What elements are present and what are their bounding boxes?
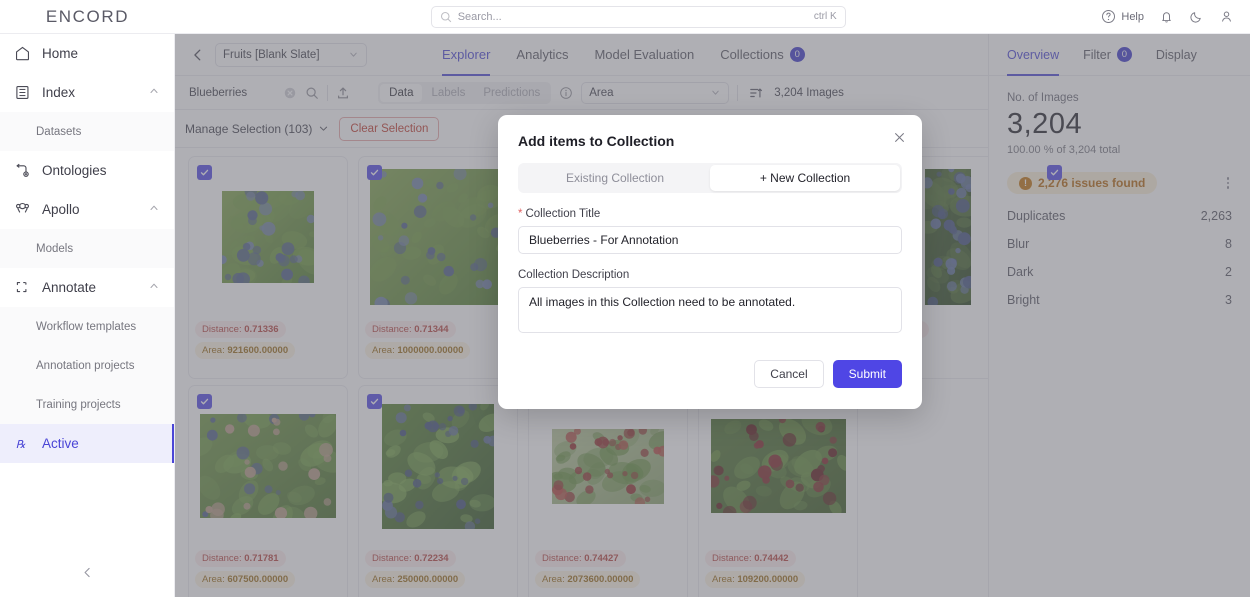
search-shortcut: ctrl K bbox=[813, 11, 837, 22]
bell-icon[interactable] bbox=[1159, 9, 1174, 24]
collection-description-label: Collection Description bbox=[518, 269, 630, 281]
ontology-icon bbox=[14, 162, 31, 179]
close-icon bbox=[895, 133, 904, 142]
search-placeholder: Search... bbox=[457, 10, 502, 23]
sidebar-item-workflow-templates[interactable]: Workflow templates bbox=[0, 307, 174, 346]
apollo-icon bbox=[14, 201, 31, 218]
chevron-up-icon[interactable] bbox=[148, 84, 160, 102]
annotate-icon bbox=[14, 279, 31, 296]
sidebar-item-home[interactable]: Home bbox=[0, 34, 174, 73]
sidebar-item-label: Training projects bbox=[36, 398, 121, 411]
sidebar-item-label: Ontologies bbox=[42, 163, 107, 178]
brand-logo[interactable]: ENCORD bbox=[0, 7, 175, 27]
collection-title-input[interactable] bbox=[518, 226, 902, 254]
modal-footer: Cancel Submit bbox=[518, 360, 902, 388]
chevron-up-icon[interactable] bbox=[148, 279, 160, 297]
svg-text:℞: ℞ bbox=[16, 439, 26, 451]
global-search-wrap: Search... ctrl K bbox=[175, 5, 1101, 28]
sidebar-item-apollo[interactable]: Apollo bbox=[0, 190, 174, 229]
sidebar-item-label: Apollo bbox=[42, 202, 80, 217]
sidebar-item-index[interactable]: Index bbox=[0, 73, 174, 112]
modal-tab-new-collection[interactable]: + New Collection bbox=[710, 165, 900, 191]
sidebar-item-label: Annotation projects bbox=[36, 359, 135, 372]
submit-button[interactable]: Submit bbox=[832, 360, 902, 388]
modal-tab-group: Existing Collection + New Collection bbox=[518, 163, 902, 193]
sidebar-item-datasets[interactable]: Datasets bbox=[0, 112, 174, 151]
collection-title-label: * Collection Title bbox=[518, 208, 902, 220]
collection-title-label-text: Collection Title bbox=[525, 208, 601, 220]
add-to-collection-modal: Add items to Collection Existing Collect… bbox=[498, 115, 922, 409]
sidebar-item-label: Active bbox=[42, 436, 79, 451]
sidebar-item-annotation-projects[interactable]: Annotation projects bbox=[0, 346, 174, 385]
moon-icon[interactable] bbox=[1189, 9, 1204, 24]
left-sidebar: Home Index Datasets Ontologies Apollo Models A… bbox=[0, 34, 175, 597]
sidebar-nav-list: Home Index Datasets Ontologies Apollo Models A… bbox=[0, 34, 174, 463]
search-icon bbox=[440, 11, 451, 22]
sidebar-collapse-button[interactable] bbox=[0, 555, 175, 589]
home-icon bbox=[14, 45, 31, 62]
cancel-button[interactable]: Cancel bbox=[754, 360, 824, 388]
sidebar-item-label: Models bbox=[36, 242, 74, 255]
collection-description-input[interactable]: All images in this Collection need to be… bbox=[518, 287, 902, 333]
sidebar-item-label: Index bbox=[42, 85, 76, 100]
help-button[interactable]: Help bbox=[1101, 9, 1144, 24]
sidebar-item-label: Workflow templates bbox=[36, 320, 137, 333]
sidebar-item-models[interactable]: Models bbox=[0, 229, 174, 268]
global-search-box[interactable]: Search... ctrl K bbox=[430, 5, 846, 28]
sidebar-item-label: Annotate bbox=[42, 280, 97, 295]
top-header: ENCORD Search... ctrl K Help bbox=[0, 0, 1250, 34]
sidebar-item-annotate[interactable]: Annotate bbox=[0, 268, 174, 307]
help-label: Help bbox=[1121, 10, 1144, 23]
sidebar-item-ontologies[interactable]: Ontologies bbox=[0, 151, 174, 190]
chevron-up-icon[interactable] bbox=[148, 201, 160, 219]
user-icon[interactable] bbox=[1219, 9, 1234, 24]
sidebar-item-active[interactable]: ℞ Active bbox=[0, 424, 174, 463]
brand-text: ENCORD bbox=[45, 6, 130, 26]
chevron-left-icon bbox=[84, 567, 90, 577]
top-right-actions: Help bbox=[1101, 9, 1250, 24]
modal-close-button[interactable] bbox=[893, 131, 906, 149]
modal-title: Add items to Collection bbox=[518, 133, 675, 149]
required-asterisk: * bbox=[518, 208, 523, 220]
sidebar-item-label: Datasets bbox=[36, 125, 82, 138]
help-icon bbox=[1102, 10, 1116, 23]
modal-tab-existing-collection[interactable]: Existing Collection bbox=[520, 165, 710, 191]
index-icon bbox=[14, 84, 31, 101]
sidebar-item-training-projects[interactable]: Training projects bbox=[0, 385, 174, 424]
app-root: ENCORD Search... ctrl K Help Home Index … bbox=[0, 0, 1250, 597]
sidebar-item-label: Home bbox=[42, 46, 79, 61]
active-icon: ℞ bbox=[14, 435, 31, 452]
